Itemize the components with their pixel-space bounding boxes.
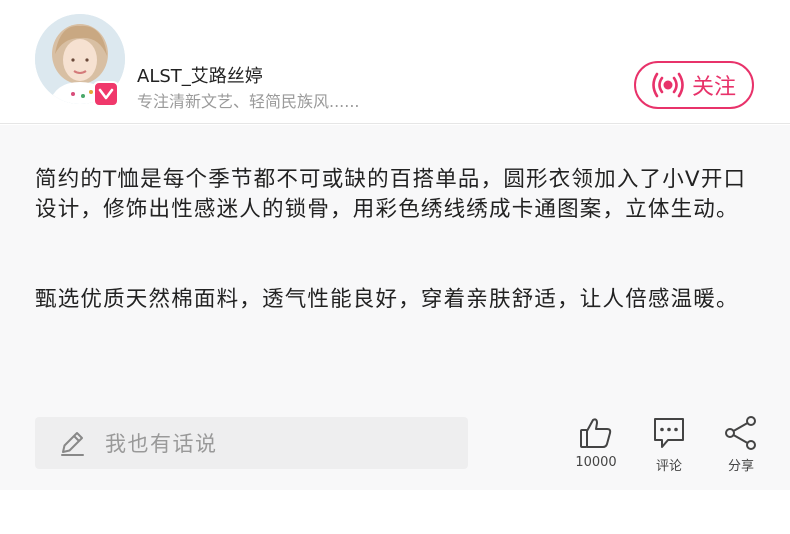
comment-button[interactable]: 评论 <box>644 415 694 474</box>
like-count: 10000 <box>575 455 617 470</box>
author-header: ALST_艾路丝婷 专注清新文艺、轻简民族风...... 关注 <box>0 0 790 124</box>
thumbs-up-icon <box>578 415 614 451</box>
share-icon <box>723 415 759 451</box>
broadcast-icon <box>652 72 684 98</box>
share-button[interactable]: 分享 <box>716 415 766 474</box>
author-description: 专注清新文艺、轻简民族风...... <box>137 92 360 111</box>
pencil-icon <box>57 428 87 458</box>
comment-icon <box>651 415 687 451</box>
comment-placeholder: 我也有话说 <box>105 432 218 456</box>
article-paragraph-1: 简约的T恤是每个季节都不可或缺的百搭单品，圆形衣领加入了小V开口设计，修饰出性感… <box>35 167 747 222</box>
comment-label: 评论 <box>655 459 682 474</box>
author-name[interactable]: ALST_艾路丝婷 <box>137 62 263 88</box>
comment-input[interactable]: 我也有话说 <box>35 417 468 469</box>
share-label: 分享 <box>727 459 754 474</box>
follow-label: 关注 <box>691 75 736 100</box>
article-content: 简约的T恤是每个季节都不可或缺的百搭单品，圆形衣领加入了小V开口设计，修饰出性感… <box>0 125 790 490</box>
follow-button[interactable]: 关注 <box>634 61 754 109</box>
like-button[interactable]: 10000 <box>571 415 621 470</box>
article-paragraph-2: 甄选优质天然棉面料，透气性能良好，穿着亲肤舒适，让人倍感温暖。 <box>35 287 739 312</box>
v-badge-icon <box>93 81 119 107</box>
